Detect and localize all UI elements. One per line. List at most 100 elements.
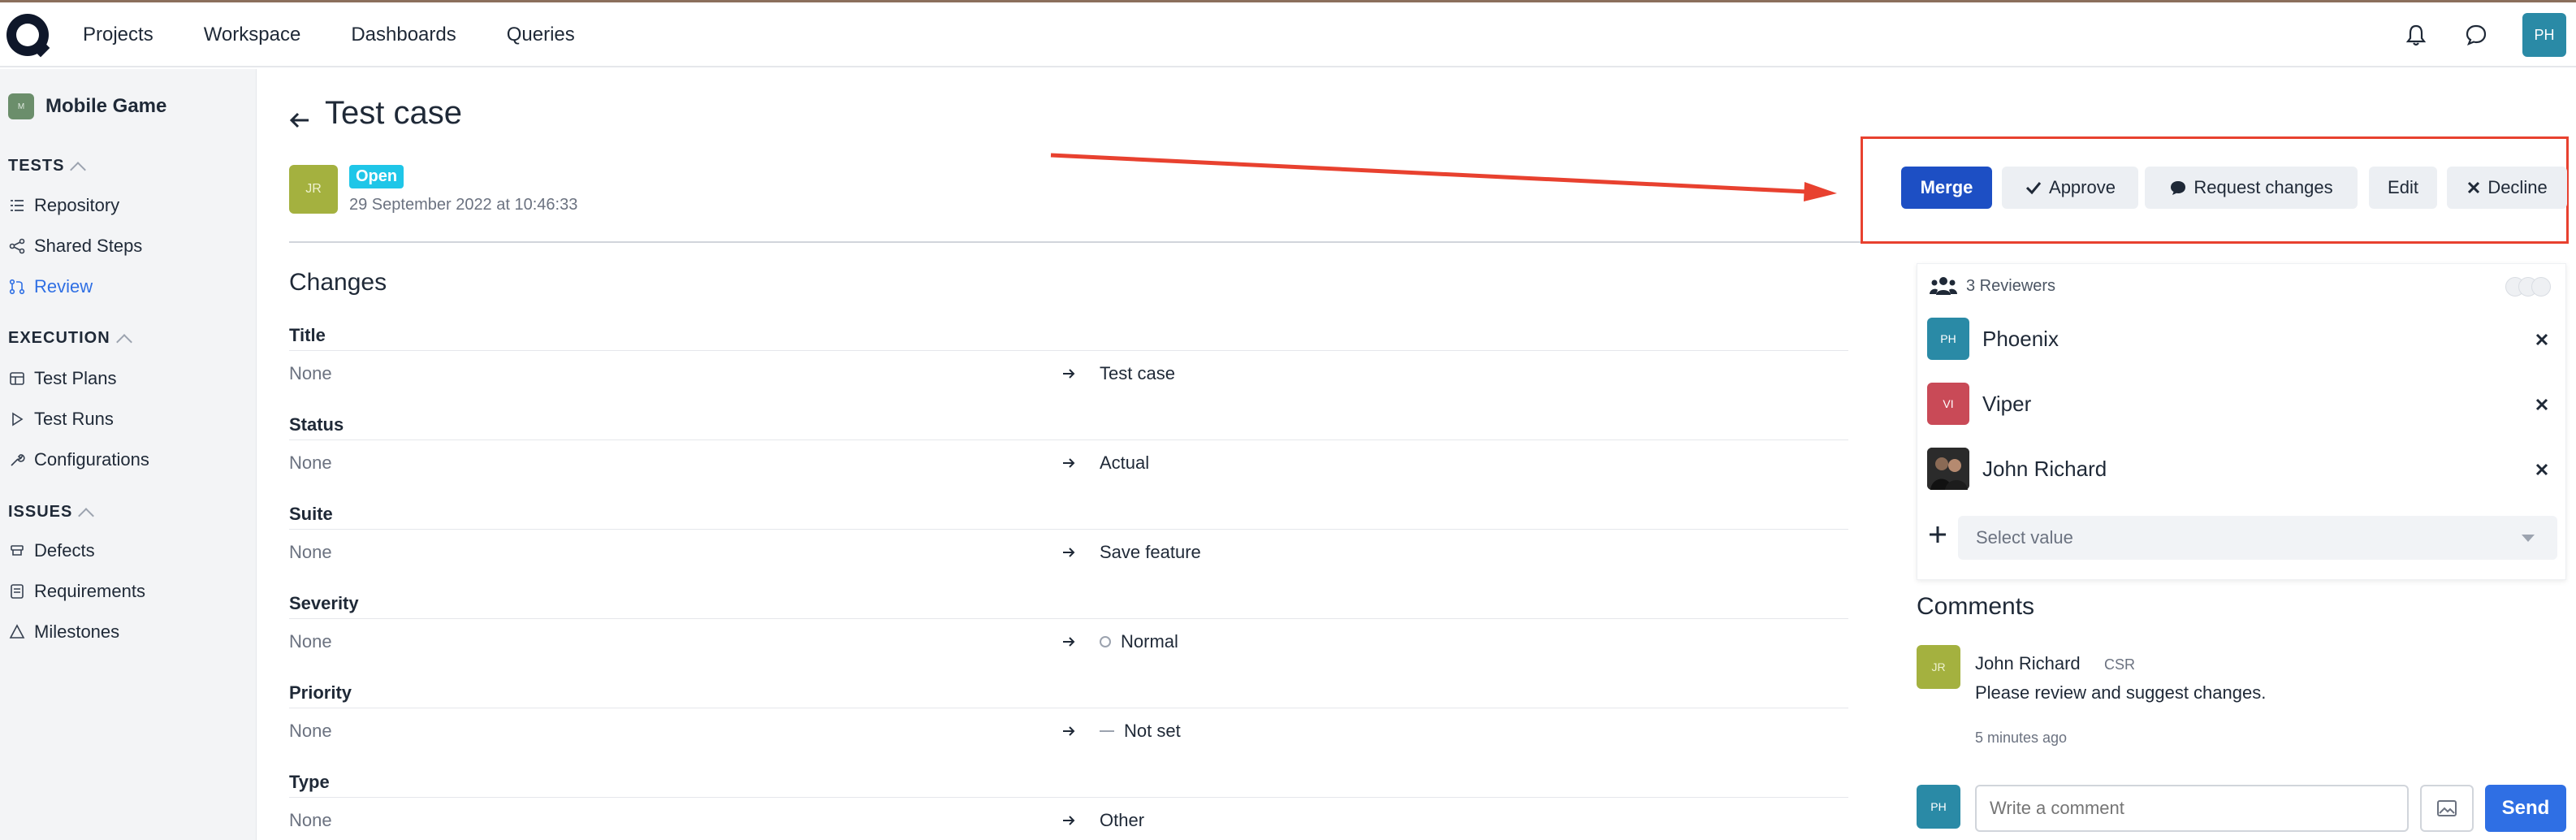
back-arrow-icon[interactable]: [287, 108, 312, 132]
change-new-text: Not set: [1124, 721, 1181, 741]
change-new-text: Save feature: [1100, 542, 1201, 562]
sidebar-item-repository[interactable]: Repository: [8, 195, 119, 216]
document-icon: [8, 582, 26, 600]
sidebar-item-label: Configurations: [34, 449, 149, 470]
change-new-value: Not set: [1100, 721, 1181, 742]
close-icon: [2468, 181, 2480, 194]
created-date: 29 September 2022 at 10:46:33: [349, 196, 578, 214]
section-tests[interactable]: TESTS: [8, 157, 87, 178]
change-old-value: None: [289, 542, 332, 562]
status-badge: Open: [349, 165, 404, 188]
sidebar-item-label: Repository: [34, 195, 120, 215]
change-field-label: Suite: [289, 504, 333, 524]
nav-workspace[interactable]: Workspace: [204, 24, 301, 46]
sidebar-item-label: Requirements: [34, 581, 145, 601]
change-new-value: Actual: [1100, 452, 1149, 474]
share-icon: [8, 237, 26, 255]
divider: [289, 439, 1848, 440]
sidebar-item-label: Test Runs: [34, 409, 114, 429]
decline-button[interactable]: Decline: [2447, 167, 2567, 209]
comment-time: 5 minutes ago: [1975, 730, 2068, 746]
attach-image-button[interactable]: [2420, 785, 2474, 832]
composer-avatar: PH: [1917, 785, 1960, 829]
arrow-right-icon: [1063, 637, 1075, 647]
send-button[interactable]: Send: [2485, 785, 2566, 832]
section-title: TESTS: [8, 157, 65, 175]
users-icon: [1930, 277, 1957, 295]
select-placeholder: Select value: [1976, 527, 2073, 548]
severity-circle-icon: [1100, 636, 1111, 647]
arrow-right-icon: [1063, 816, 1075, 825]
top-right-controls: PH: [2402, 2, 2566, 67]
sidebar-item-shared-steps[interactable]: Shared Steps: [8, 236, 142, 257]
sidebar-item-requirements[interactable]: Requirements: [8, 581, 145, 602]
sidebar-item-test-plans[interactable]: Test Plans: [8, 368, 117, 389]
approve-button[interactable]: Approve: [2002, 167, 2138, 209]
reviewer-name: Viper: [1982, 391, 2032, 416]
sidebar-item-label: Defects: [34, 540, 95, 561]
change-field-label: Severity: [289, 593, 359, 613]
chat-icon[interactable]: [2462, 21, 2490, 49]
remove-reviewer-icon[interactable]: [2535, 332, 2549, 347]
sidebar-item-configurations[interactable]: Configurations: [8, 449, 149, 470]
reviewer-select[interactable]: Select value: [1958, 516, 2557, 560]
edit-button[interactable]: Edit: [2369, 167, 2437, 209]
remove-reviewer-icon[interactable]: [2535, 462, 2549, 477]
request-changes-button[interactable]: Request changes: [2145, 167, 2358, 209]
pull-request-icon: [8, 278, 26, 296]
nav-queries[interactable]: Queries: [507, 24, 575, 46]
change-new-value: Test case: [1100, 363, 1175, 384]
change-new-value: Normal: [1100, 631, 1178, 652]
milestone-icon: [8, 623, 26, 641]
change-new-value: Other: [1100, 810, 1144, 831]
chevron-down-icon: [2522, 535, 2535, 542]
approve-label: Approve: [2049, 177, 2116, 197]
image-icon: [2437, 800, 2457, 816]
sidebar-item-defects[interactable]: Defects: [8, 540, 95, 561]
user-avatar[interactable]: PH: [2522, 13, 2566, 57]
merge-button[interactable]: Merge: [1901, 167, 1992, 209]
divider: [289, 350, 1848, 351]
reviewer-status-toggle[interactable]: [2505, 277, 2551, 297]
bell-icon[interactable]: [2402, 21, 2430, 49]
comment-input[interactable]: [1975, 785, 2409, 832]
comment-author: John Richard: [1975, 653, 2081, 673]
app-logo-icon[interactable]: [6, 14, 49, 56]
sidebar-item-label: Milestones: [34, 621, 120, 642]
project-badge: M: [8, 93, 34, 119]
comment-icon: [2171, 181, 2186, 195]
section-issues[interactable]: ISSUES: [8, 503, 95, 524]
sidebar-item-review[interactable]: Review: [8, 276, 93, 297]
reviewer-name: Phoenix: [1982, 326, 2059, 351]
nav-dashboards[interactable]: Dashboards: [351, 24, 456, 46]
arrow-right-icon: [1063, 726, 1075, 736]
section-execution[interactable]: EXECUTION: [8, 329, 132, 350]
page-title: Test case: [325, 95, 462, 131]
reviewer-row: PH Phoenix: [1927, 318, 2059, 360]
change-field-label: Priority: [289, 682, 352, 703]
priority-dash-icon: [1100, 730, 1114, 732]
change-old-value: None: [289, 721, 332, 741]
author-avatar: JR: [289, 165, 338, 214]
project-switcher[interactable]: M Mobile Game: [8, 93, 166, 119]
comment-text: Please review and suggest changes.: [1975, 682, 2267, 703]
sidebar-item-milestones[interactable]: Milestones: [8, 621, 119, 643]
project-name: Mobile Game: [45, 95, 167, 117]
change-old-value: None: [289, 810, 332, 830]
change-field-label: Status: [289, 414, 344, 435]
change-field-label: Title: [289, 325, 326, 345]
table-icon: [8, 370, 26, 388]
arrow-right-icon: [1063, 458, 1075, 468]
remove-reviewer-icon[interactable]: [2535, 397, 2549, 412]
section-title: EXECUTION: [8, 329, 110, 347]
sidebar-item-test-runs[interactable]: Test Runs: [8, 409, 114, 430]
divider: [289, 618, 1848, 619]
change-old-value: None: [289, 363, 332, 383]
reviewers-panel: 3 Reviewers PH Phoenix VI Viper John Ric…: [1917, 263, 2566, 580]
reviewer-photo-avatar: [1927, 448, 1969, 490]
plus-icon[interactable]: [1927, 524, 1948, 545]
change-old-value: None: [289, 452, 332, 473]
nav-projects[interactable]: Projects: [83, 24, 153, 46]
sidebar-item-label: Review: [34, 276, 93, 297]
wrench-icon: [8, 451, 26, 469]
